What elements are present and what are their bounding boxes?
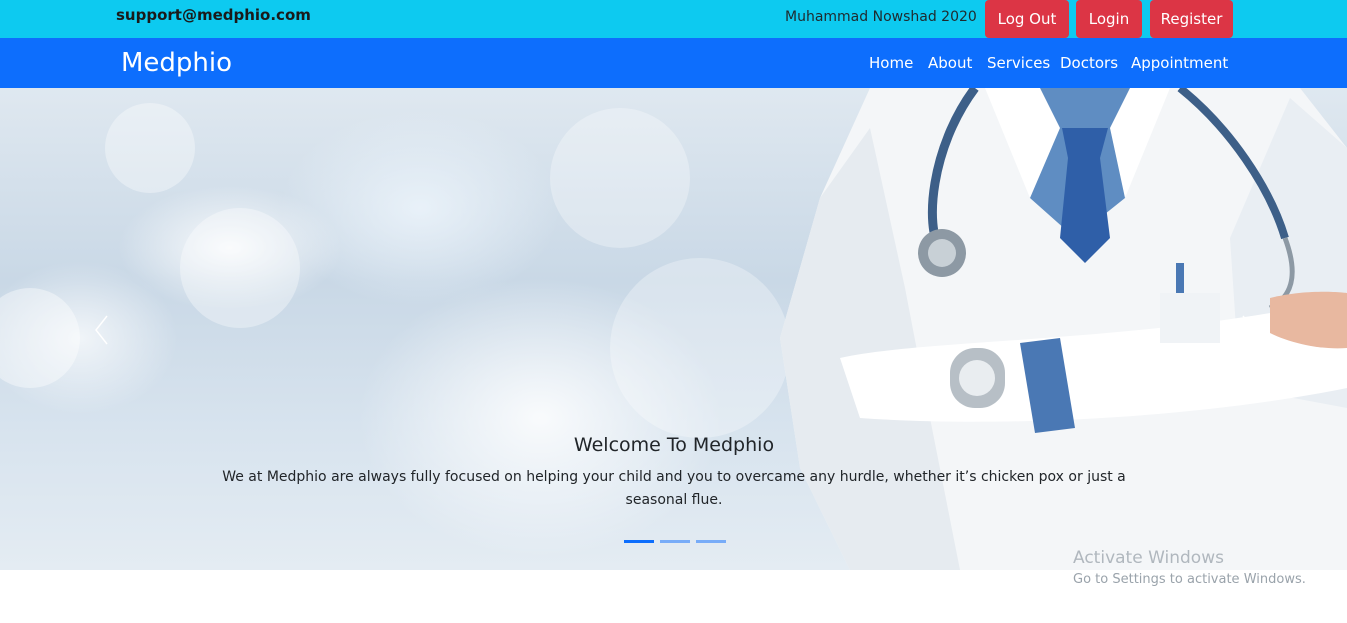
login-button[interactable]: Login [1076, 0, 1142, 38]
carousel-caption: Welcome To Medphio We at Medphio are alw… [200, 434, 1148, 512]
carousel-indicator[interactable] [624, 540, 654, 543]
brand-logo[interactable]: Medphio [121, 48, 232, 78]
register-button[interactable]: Register [1150, 0, 1233, 38]
carousel-indicator[interactable] [660, 540, 690, 543]
nav-about[interactable]: About [928, 54, 972, 72]
carousel-next-button[interactable] [1236, 313, 1260, 347]
user-name: Muhammad Nowshad 2020 [785, 9, 977, 25]
nav-doctors[interactable]: Doctors [1060, 54, 1118, 72]
logout-button[interactable]: Log Out [985, 0, 1069, 38]
watermark-subtitle: Go to Settings to activate Windows. [1073, 572, 1306, 587]
support-email: support@medphio.com [116, 6, 311, 24]
activate-windows-watermark: Activate Windows Go to Settings to activ… [1073, 548, 1306, 587]
carousel-title: Welcome To Medphio [573, 434, 775, 456]
carousel-text: We at Medphio are always fully focused o… [222, 469, 1126, 508]
nav-services[interactable]: Services [987, 54, 1050, 72]
main-navbar: Medphio Home About Services Doctors Appo… [0, 38, 1347, 88]
chevron-right-icon [1242, 315, 1255, 345]
carousel-indicator[interactable] [696, 540, 726, 543]
carousel-prev-button[interactable] [90, 313, 114, 347]
chevron-left-icon [95, 315, 108, 345]
nav-appointment[interactable]: Appointment [1131, 54, 1228, 72]
carousel-indicators [624, 540, 726, 543]
hero-carousel: Welcome To Medphio We at Medphio are alw… [0, 88, 1347, 570]
watermark-title: Activate Windows [1073, 548, 1224, 568]
nav-home[interactable]: Home [869, 54, 913, 72]
top-bar: support@medphio.com Muhammad Nowshad 202… [0, 0, 1347, 38]
